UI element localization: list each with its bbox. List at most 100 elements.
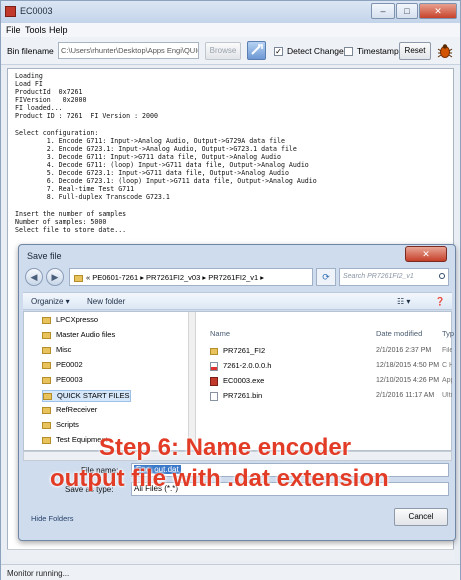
exe-file-icon (210, 376, 218, 386)
console-line: Load FI (15, 80, 43, 89)
status-text: Monitor running... (7, 569, 70, 578)
folder-icon (42, 316, 51, 324)
console-line: Select file to store date... (15, 225, 127, 234)
reset-button[interactable]: Reset (399, 42, 431, 60)
tree-item-label: Misc (56, 345, 72, 354)
window-title: EC0003 (20, 6, 53, 16)
tree-item-label: LPCXpresso (56, 315, 99, 324)
cancel-button[interactable]: Cancel (394, 508, 448, 526)
status-bar: Monitor running... (1, 564, 460, 580)
dialog-close-button[interactable]: ✕ (405, 246, 447, 262)
refresh-icon[interactable] (247, 41, 266, 60)
tree-scrollbar[interactable] (188, 312, 196, 450)
title-bar: EC0003 – □ ✕ (1, 1, 460, 23)
tree-item[interactable]: Test Equipment (42, 435, 108, 447)
file-date: 12/18/2015 4:50 PM (376, 362, 440, 369)
search-icon (439, 273, 445, 279)
console-line: 8. Full-duplex Transcode G723.1 (15, 193, 170, 202)
console-horizontal-scrollbar[interactable] (7, 549, 454, 561)
folder-icon (42, 436, 51, 444)
column-header-name[interactable]: Name (210, 329, 230, 338)
tree-item-label: RefReceiver (56, 405, 98, 414)
address-bar[interactable]: « PE0601-7261 ▸ PR7261FI2_v03 ▸ PR7261FI… (69, 268, 313, 286)
file-browser-panes: LPCXpresso Master Audio files Misc PE0002 PE… (23, 311, 454, 451)
forward-arrow-icon[interactable]: ▶ (46, 268, 64, 286)
command-bar: Organize ▾ New folder ☷ ▾ ❓ (23, 292, 452, 310)
file-type: Ultr (442, 392, 452, 399)
column-header-type[interactable]: Typ (442, 329, 454, 338)
console-line: ProductId 0x7261 (15, 88, 83, 97)
tree-item[interactable]: PE0002 (42, 360, 83, 372)
browse-button[interactable]: Browse (205, 42, 241, 60)
dialog-title: Save file (27, 251, 62, 261)
menu-tools[interactable]: Tools (25, 25, 46, 35)
minimize-button[interactable]: – (371, 3, 395, 19)
folder-icon (42, 331, 51, 339)
tree-item-label: Master Audio files (56, 330, 116, 339)
file-row[interactable]: PR7261_FI2 (210, 346, 265, 358)
file-date: 2/1/2016 2:37 PM (376, 347, 432, 354)
console-line: 4. Decode G711: (loop) Input->G711 data … (15, 161, 309, 170)
console-line: 3. Decode G711: Input->G711 data file, O… (15, 152, 281, 161)
tree-item[interactable]: QUICK START FILES (42, 390, 131, 402)
file-type: App (442, 377, 452, 384)
h-file-icon (210, 361, 218, 371)
file-type: C H (442, 362, 452, 369)
tree-item[interactable]: Master Audio files (42, 330, 115, 342)
address-path: « PE0601-7261 ▸ PR7261FI2_v03 ▸ PR7261FI… (86, 273, 265, 282)
bin-filename-input[interactable]: C:\Users\rhunter\Desktop\Apps Engi\QUIC (58, 42, 199, 59)
console-line: Select configuration: (15, 128, 99, 137)
timestamp-checkbox[interactable] (344, 47, 353, 56)
back-arrow-icon[interactable]: ◀ (25, 268, 43, 286)
refresh-arrows-icon[interactable]: ⟳ (316, 268, 336, 286)
folder-icon (210, 347, 218, 355)
help-icon[interactable]: ❓ (435, 297, 445, 306)
search-input[interactable]: Search PR7261FI2_v1 (339, 268, 449, 286)
tree-item-label: PE0002 (56, 360, 83, 369)
tree-item[interactable]: RefReceiver (42, 405, 97, 417)
console-line: FI loaded... (15, 104, 63, 113)
folder-icon (42, 361, 51, 369)
detect-changes-checkbox[interactable]: ✓ (274, 47, 283, 56)
organize-menu[interactable]: Organize ▾ (31, 297, 70, 306)
step-annotation-line2: output file with .dat extension (50, 465, 389, 492)
file-row[interactable]: PR7261.bin (210, 391, 262, 403)
bin-filename-label: Bin filename (7, 46, 54, 56)
file-row[interactable]: EC0003.exe (210, 376, 264, 388)
tree-item[interactable]: PE0003 (42, 375, 83, 387)
file-name: PR7261_FI2 (223, 346, 266, 355)
column-header-date[interactable]: Date modified (376, 329, 422, 338)
file-name: PR7261.bin (223, 391, 263, 400)
tree-item[interactable]: LPCXpresso (42, 315, 98, 327)
close-button[interactable]: ✕ (419, 3, 457, 19)
bug-icon[interactable] (437, 43, 453, 59)
console-line: 7. Real-time Test G711 (15, 185, 135, 194)
navigation-bar: ◀ ▶ « PE0601-7261 ▸ PR7261FI2_v03 ▸ PR72… (25, 267, 450, 289)
new-folder-button[interactable]: New folder (87, 297, 125, 306)
folder-icon (42, 406, 51, 414)
console-line: 5. Decode G723.1: Input->G711 data file,… (15, 169, 289, 178)
bin-file-icon (210, 391, 218, 401)
hide-folders-toggle[interactable]: Hide Folders (31, 514, 74, 523)
console-line: Loading (15, 72, 43, 80)
tree-item[interactable]: Scripts (42, 420, 79, 432)
folder-icon (42, 421, 51, 429)
menu-help[interactable]: Help (49, 25, 68, 35)
maximize-button[interactable]: □ (396, 3, 418, 19)
app-icon (5, 6, 16, 17)
detect-changes-label: Detect Changes (287, 46, 348, 56)
file-date: 12/10/2015 4:26 PM (376, 377, 440, 384)
tree-item[interactable]: Misc (42, 345, 71, 357)
console-line: 2. Encode G723.1: Input->Analog Audio, O… (15, 144, 297, 153)
console-line: Number of samples: 5000 (15, 217, 107, 226)
console-line: Product ID : 7261 FI Version : 2000 (15, 112, 158, 121)
file-name: EC0003.exe (223, 376, 265, 385)
view-options-icon[interactable]: ☷ ▾ (397, 297, 410, 306)
folder-icon (43, 392, 52, 400)
file-row[interactable]: 7261-2.0.0.0.h (210, 361, 271, 373)
console-line: FIVersion 0x2000 (15, 96, 87, 105)
file-type: File (442, 347, 452, 354)
menu-file[interactable]: File (6, 25, 21, 35)
